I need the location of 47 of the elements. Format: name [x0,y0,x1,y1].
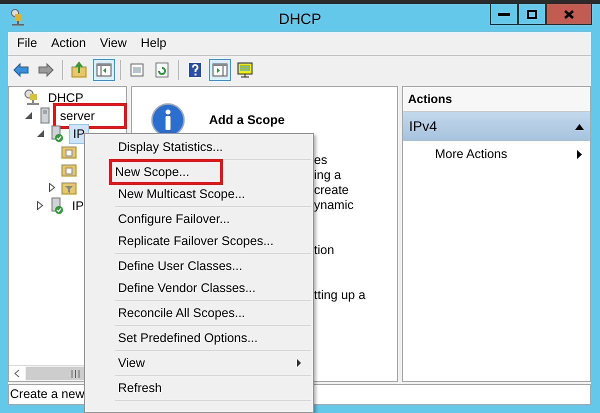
minimize-icon [498,12,510,16]
menu-item[interactable]: View [92,32,134,55]
text-fragment: tting up a [314,288,366,303]
menu-item[interactable]: Action [44,32,93,55]
context-menu-item[interactable]: View [85,352,311,374]
text-fragment: ing a [314,168,342,183]
context-menu-item[interactable]: New Scope... [85,161,311,183]
menu-item[interactable]: Help [134,32,174,55]
menu-item[interactable]: File [10,32,44,55]
collapse-arrow-icon[interactable] [23,110,33,122]
collapse-arrow-icon[interactable] [575,124,584,130]
scroll-left-button[interactable] [9,366,25,381]
text-fragment: tion [314,243,334,258]
text-fragment: ynamic [314,198,354,213]
action-pane-icon[interactable] [209,58,231,80]
maximize-icon [527,10,537,18]
close-button[interactable] [546,4,592,25]
context-menu-item[interactable]: Set Predefined Options... [85,327,311,349]
tree-item[interactable]: IP [69,196,87,216]
left-chevron-icon [14,369,20,378]
window-title: DHCP [278,10,322,30]
context-menu-item[interactable]: Refresh [85,377,311,399]
context-menu-item[interactable]: Replicate Failover Scopes... [85,230,311,252]
section-label: IPv4 [409,117,438,136]
actions-header: Actions [403,87,590,112]
expand-arrow-icon[interactable] [35,200,45,212]
context-menu-item[interactable]: Configure Failover... [85,208,311,230]
dhcp-icon [24,89,42,107]
context-menu-item[interactable]: Define Vendor Classes... [85,277,311,299]
text-fragment: es [314,153,328,168]
grip-icon [71,370,80,378]
context-menu-item[interactable]: New Multicast Scope... [85,183,311,205]
context-menu-item[interactable]: Define User Classes... [85,255,311,277]
collapse-arrow-icon[interactable] [35,128,45,140]
close-icon [564,10,574,18]
tree-item[interactable]: DHCP [45,88,86,108]
tree-pane-icon[interactable] [93,58,115,80]
expand-arrow-icon[interactable] [47,182,57,194]
action-link[interactable]: More Actions [435,145,508,164]
dhcp-app-icon [10,9,26,27]
minimize-button[interactable] [490,4,518,25]
section-title: Add a Scope [209,112,285,129]
actions-section-header[interactable]: IPv4 [403,112,590,141]
maximize-button[interactable] [518,4,546,25]
text-fragment: create [314,183,349,198]
status-text: Create a new [10,386,84,404]
context-menu-item[interactable]: Reconcile All Scopes... [85,302,311,324]
